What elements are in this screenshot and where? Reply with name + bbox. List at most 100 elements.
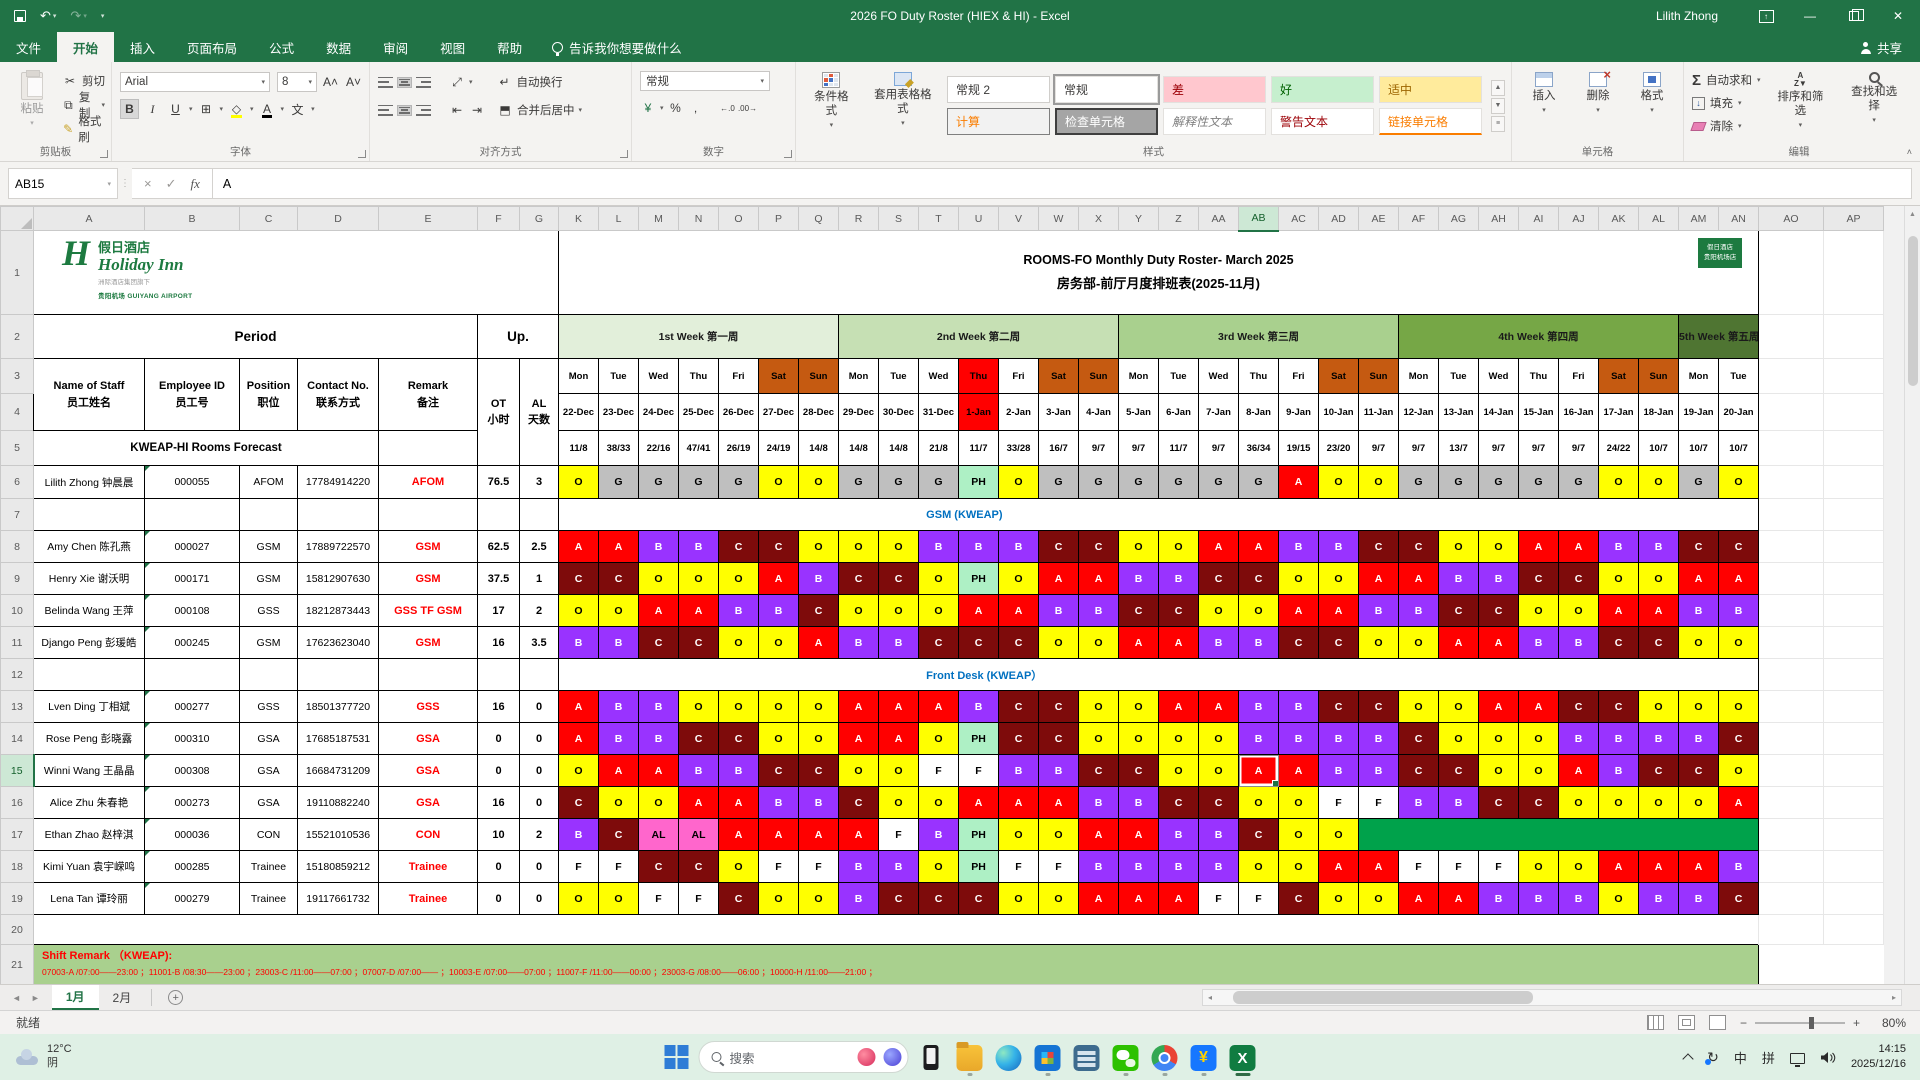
shift-cell-AJ14[interactable]: B (1559, 723, 1599, 755)
day-name-18-Jan[interactable]: Sun (1639, 359, 1679, 394)
shift-cell-Y6[interactable]: G (1119, 466, 1159, 499)
format-as-table-button[interactable]: 套用表格格式▾ (865, 68, 941, 143)
day-name-25-Dec[interactable]: Thu (679, 359, 719, 394)
shift-cell-O8[interactable]: C (719, 531, 759, 563)
clipboard-dialog-launcher-icon[interactable] (100, 150, 108, 158)
shift-cell-S6[interactable]: G (879, 466, 919, 499)
shift-cell-AH6[interactable]: G (1479, 466, 1519, 499)
shift-cell-T10[interactable]: O (919, 595, 959, 627)
shift-cell-AK9[interactable]: O (1599, 563, 1639, 595)
shift-cell-AA19[interactable]: F (1199, 883, 1239, 915)
shift-cell-AB17[interactable]: C (1239, 819, 1279, 851)
shift-cell-P17[interactable]: A (759, 819, 799, 851)
col-header-X[interactable]: X (1079, 207, 1119, 231)
shift-cell-L10[interactable]: O (599, 595, 639, 627)
col-header-T[interactable]: T (919, 207, 959, 231)
underline-button[interactable]: U (166, 99, 185, 119)
sheet-tab-jan[interactable]: 1月 (52, 985, 99, 1010)
gallery-down-icon[interactable]: ▼ (1491, 98, 1505, 114)
ghost-cell[interactable] (1759, 723, 1824, 755)
ghost-cell[interactable] (1824, 595, 1884, 627)
shift-cell-AB19[interactable]: F (1239, 883, 1279, 915)
shift-cell-AD9[interactable]: O (1319, 563, 1359, 595)
shift-cell-AE16[interactable]: F (1359, 787, 1399, 819)
shift-cell-T8[interactable]: B (919, 531, 959, 563)
ghost-cell[interactable] (1824, 883, 1884, 915)
shift-cell-Q15[interactable]: C (799, 755, 839, 787)
day-name-22-Dec[interactable]: Mon (559, 359, 599, 394)
forecast-7-Jan[interactable]: 9/7 (1199, 431, 1239, 466)
date-17-Jan[interactable]: 17-Jan (1599, 394, 1639, 431)
shift-cell-Y15[interactable]: C (1119, 755, 1159, 787)
shift-cell-R6[interactable]: G (839, 466, 879, 499)
day-name-29-Dec[interactable]: Mon (839, 359, 879, 394)
ghost-cell[interactable] (1759, 499, 1824, 531)
taskbar-clock[interactable]: 14:15 2025/12/16 (1851, 1042, 1906, 1072)
shift-cell-V19[interactable]: O (999, 883, 1039, 915)
shift-cell-K15[interactable]: O (559, 755, 599, 787)
shift-cell-AF6[interactable]: G (1399, 466, 1439, 499)
shift-cell-T13[interactable]: A (919, 691, 959, 723)
shift-cell-AG8[interactable]: O (1439, 531, 1479, 563)
shift-cell-AH14[interactable]: O (1479, 723, 1519, 755)
shift-cell-O18[interactable]: O (719, 851, 759, 883)
shift-cell-AL19[interactable]: B (1639, 883, 1679, 915)
shift-cell-M13[interactable]: B (639, 691, 679, 723)
forecast-12-Jan[interactable]: 9/7 (1399, 431, 1439, 466)
forecast-23-Dec[interactable]: 38/33 (599, 431, 639, 466)
date-12-Jan[interactable]: 12-Jan (1399, 394, 1439, 431)
shift-cell-AA9[interactable]: C (1199, 563, 1239, 595)
shift-cell-U19[interactable]: C (959, 883, 999, 915)
shift-cell-W19[interactable]: O (1039, 883, 1079, 915)
shift-cell-V13[interactable]: C (999, 691, 1039, 723)
percent-icon[interactable]: % (668, 100, 684, 116)
shift-cell-L14[interactable]: B (599, 723, 639, 755)
row-header-5[interactable]: 5 (1, 431, 34, 466)
forecast-9-Jan[interactable]: 19/15 (1279, 431, 1319, 466)
shift-cell-L9[interactable]: C (599, 563, 639, 595)
shift-cell-Z9[interactable]: B (1159, 563, 1199, 595)
col-header-AO[interactable]: AO (1759, 207, 1824, 231)
forecast-22-Dec[interactable]: 11/8 (559, 431, 599, 466)
forecast-11-Jan[interactable]: 9/7 (1359, 431, 1399, 466)
wrap-text-button[interactable]: ↵自动换行 (497, 71, 563, 93)
col-header-N[interactable]: N (679, 207, 719, 231)
style-calculation[interactable]: 计算 (947, 108, 1050, 135)
shift-cell-Z19[interactable]: A (1159, 883, 1199, 915)
shift-cell-AA11[interactable]: B (1199, 627, 1239, 659)
forecast-24-Dec[interactable]: 22/16 (639, 431, 679, 466)
shift-cell-N16[interactable]: A (679, 787, 719, 819)
shift-cell-M8[interactable]: B (639, 531, 679, 563)
shift-cell-N11[interactable]: C (679, 627, 719, 659)
name-box[interactable]: AB15▾ (8, 168, 118, 199)
row-header-19[interactable]: 19 (1, 883, 34, 915)
shift-cell-Z16[interactable]: C (1159, 787, 1199, 819)
date-30-Dec[interactable]: 30-Dec (879, 394, 919, 431)
shift-cell-Q14[interactable]: O (799, 723, 839, 755)
forecast-29-Dec[interactable]: 14/8 (839, 431, 879, 466)
ghost-cell[interactable] (1759, 883, 1824, 915)
shift-cell-AM19[interactable]: B (1679, 883, 1719, 915)
day-name-12-Jan[interactable]: Mon (1399, 359, 1439, 394)
shift-cell-AK8[interactable]: B (1599, 531, 1639, 563)
ghost-cell[interactable] (1759, 819, 1824, 851)
cell-AO4[interactable] (1759, 394, 1824, 431)
shift-cell-AK11[interactable]: C (1599, 627, 1639, 659)
day-name-4-Jan[interactable]: Sun (1079, 359, 1119, 394)
shift-cell-X11[interactable]: O (1079, 627, 1119, 659)
shift-cell-AD11[interactable]: C (1319, 627, 1359, 659)
row-header-8[interactable]: 8 (1, 531, 34, 563)
shift-cell-R16[interactable]: C (839, 787, 879, 819)
collapse-ribbon-icon[interactable]: ˄ (1907, 147, 1912, 157)
taskbar-wechat-icon[interactable] (1113, 1038, 1139, 1076)
shift-cell-Q18[interactable]: F (799, 851, 839, 883)
bold-button[interactable]: B (120, 99, 139, 119)
shift-cell-T14[interactable]: O (919, 723, 959, 755)
shift-cell-T9[interactable]: O (919, 563, 959, 595)
ghost-cell[interactable] (1824, 659, 1884, 691)
ghost-cell[interactable] (1824, 787, 1884, 819)
shift-cell-AM14[interactable]: B (1679, 723, 1719, 755)
date-2-Jan[interactable]: 2-Jan (999, 394, 1039, 431)
style-warning[interactable]: 警告文本 (1271, 108, 1374, 135)
shift-cell-AE13[interactable]: C (1359, 691, 1399, 723)
